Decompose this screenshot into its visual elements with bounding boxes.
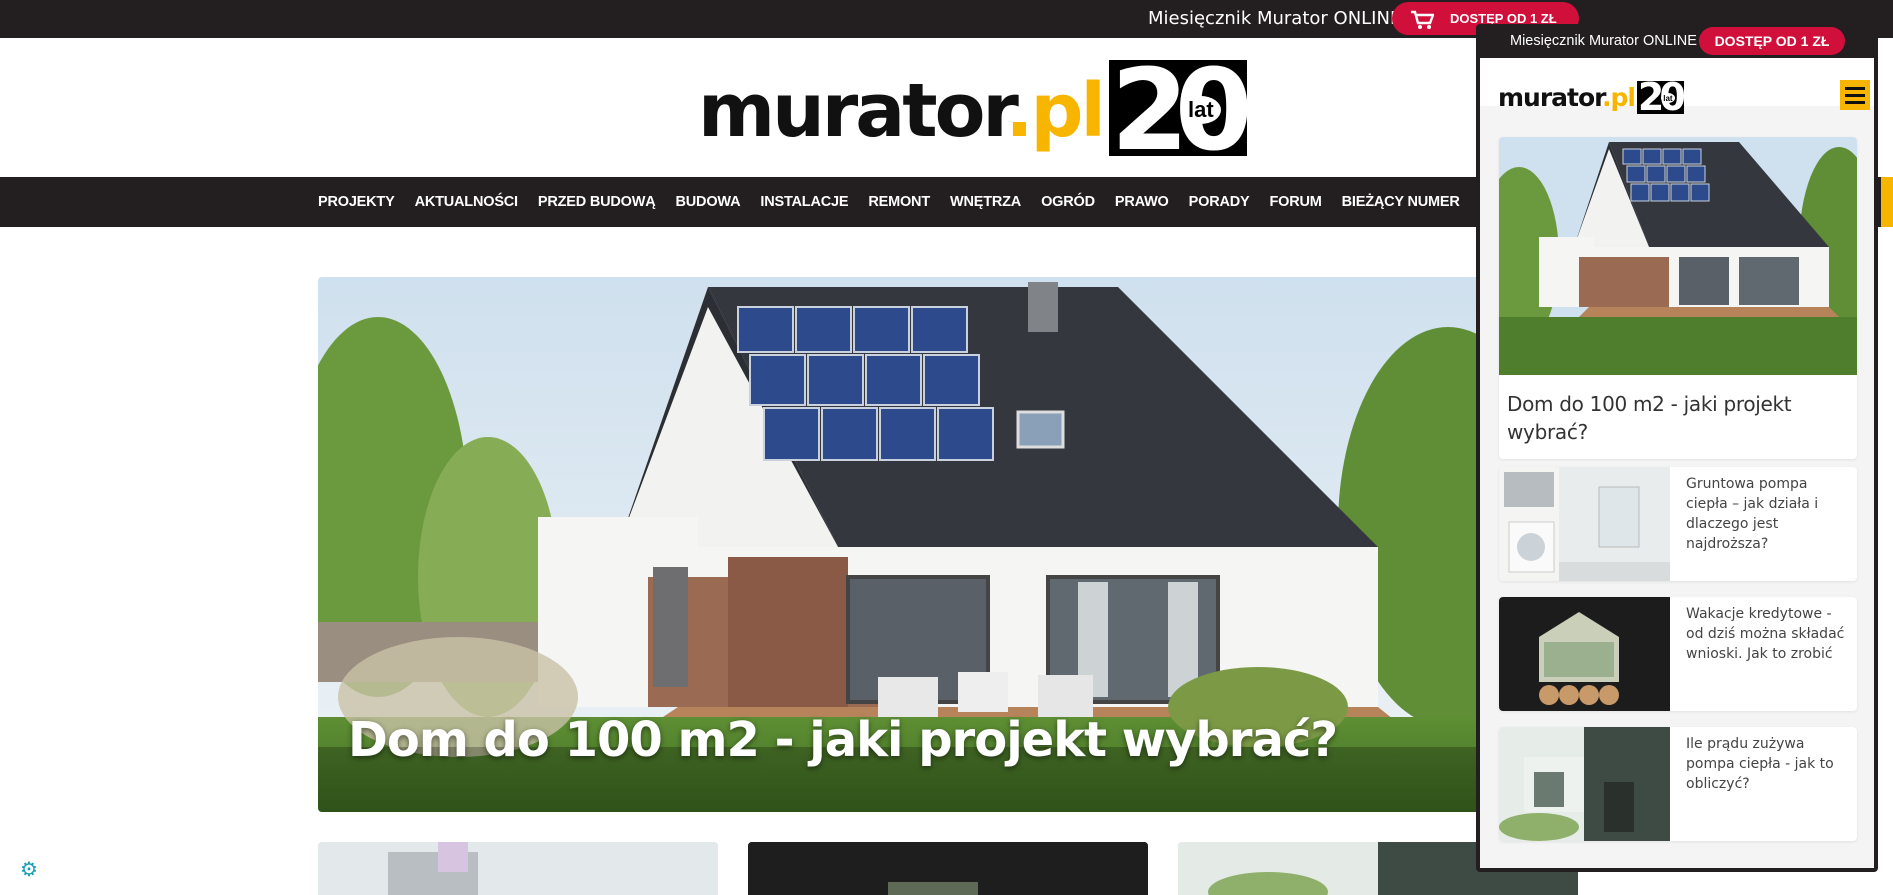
panel-content: murator.pl 20 lat Dom do 100 m2 - jaki p… [1480,58,1874,868]
nav-item-instalacje[interactable]: INSTALACJE [760,194,848,210]
nav-accent [1881,177,1893,227]
hamburger-menu-icon[interactable] [1840,80,1870,110]
panel-anniversary-badge: 20 lat [1636,81,1684,114]
panel-subscribe-button[interactable]: DOSTĘP OD 1 ZŁ [1699,27,1845,55]
panel-item-image [1499,467,1670,581]
popup-panel: Miesięcznik Murator ONLINE DOSTĘP OD 1 Z… [1476,24,1878,872]
nav-item-prawo[interactable]: PRAWO [1115,194,1169,210]
site-logo[interactable]: murator.pl 20 lat [698,58,1247,156]
hero-title[interactable]: Dom do 100 m2 - jaki projekt wybrać? [348,712,1338,768]
panel-list-item[interactable]: Wakacje kredytowe - od dziś można składa… [1499,597,1857,711]
card-image [748,842,1148,895]
panel-list-item[interactable]: Ile prądu zużywa pompa ciepła - jak to o… [1499,727,1857,841]
article-card[interactable] [318,842,718,895]
cart-icon [1410,10,1434,29]
panel-item-title[interactable]: Ile prądu zużywa pompa ciepła - jak to o… [1686,734,1852,794]
nav-item-wnętrza[interactable]: WNĘTRZA [950,194,1021,210]
panel-item-image [1499,727,1670,841]
panel-list-item[interactable]: Gruntowa pompa ciepła – jak działa i dla… [1499,467,1857,581]
logo-wordmark: murator.pl [698,68,1106,154]
panel-featured-image [1499,137,1857,375]
panel-featured-article[interactable]: Dom do 100 m2 - jaki projekt wybrać? [1499,137,1857,459]
anniversary-badge: 20 lat [1108,60,1247,156]
nav-item-projekty[interactable]: PROJEKTY [318,194,395,210]
panel-magazine-label[interactable]: Miesięcznik Murator ONLINE [1510,33,1697,49]
nav-item-bieżący-numer[interactable]: BIEŻĄCY NUMER [1342,194,1460,210]
panel-item-title[interactable]: Wakacje kredytowe - od dziś można składa… [1686,604,1852,664]
nav-item-aktualności[interactable]: AKTUALNOŚCI [415,194,519,210]
nav-item-budowa[interactable]: BUDOWA [676,194,741,210]
panel-item-title[interactable]: Gruntowa pompa ciepła – jak działa i dla… [1686,474,1852,554]
gear-icon[interactable]: ⚙ [20,860,40,880]
nav-item-ogród[interactable]: OGRÓD [1041,194,1095,210]
panel-logo-wordmark: murator.pl [1498,83,1636,112]
panel-top-bar: Miesięcznik Murator ONLINE DOSTĘP OD 1 Z… [1476,24,1878,58]
nav-item-przed-budową[interactable]: PRZED BUDOWĄ [538,194,656,210]
nav-item-remont[interactable]: REMONT [868,194,930,210]
panel-logo[interactable]: murator.pl 20 lat [1498,80,1684,114]
panel-featured-title[interactable]: Dom do 100 m2 - jaki projekt wybrać? [1507,390,1837,446]
article-card[interactable] [748,842,1148,895]
nav-item-forum[interactable]: FORUM [1269,194,1321,210]
nav-list: PROJEKTY AKTUALNOŚCI PRZED BUDOWĄ BUDOWA INS… [318,177,1579,227]
nav-item-porady[interactable]: PORADY [1189,194,1250,210]
panel-item-image [1499,597,1670,711]
card-image [318,842,718,895]
magazine-label[interactable]: Miesięcznik Murator ONLINE [1148,8,1401,29]
